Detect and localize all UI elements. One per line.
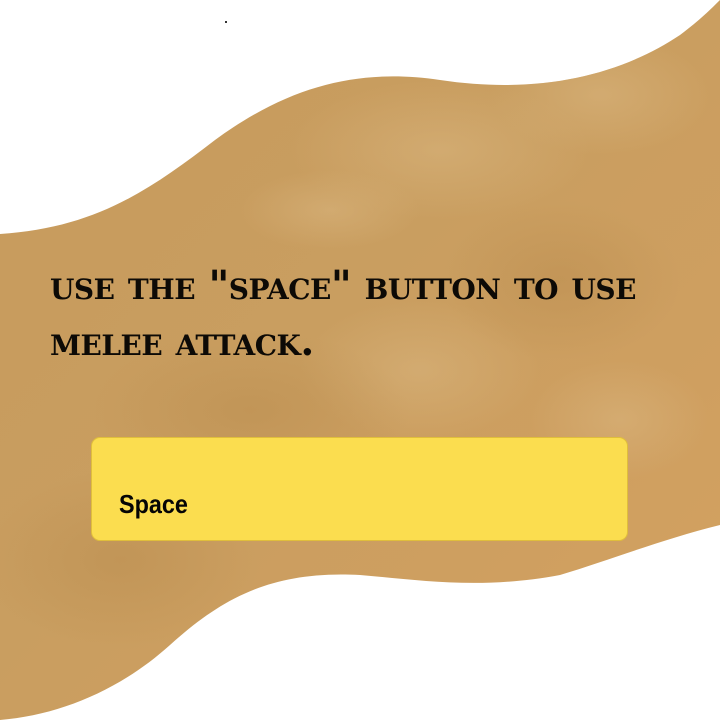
tutorial-instruction: use the "space" button to use melee atta…: [50, 262, 636, 365]
game-screen: use the "space" button to use melee atta…: [0, 0, 720, 725]
space-key-button[interactable]: Space: [91, 437, 628, 541]
space-key-label: Space: [119, 489, 188, 519]
